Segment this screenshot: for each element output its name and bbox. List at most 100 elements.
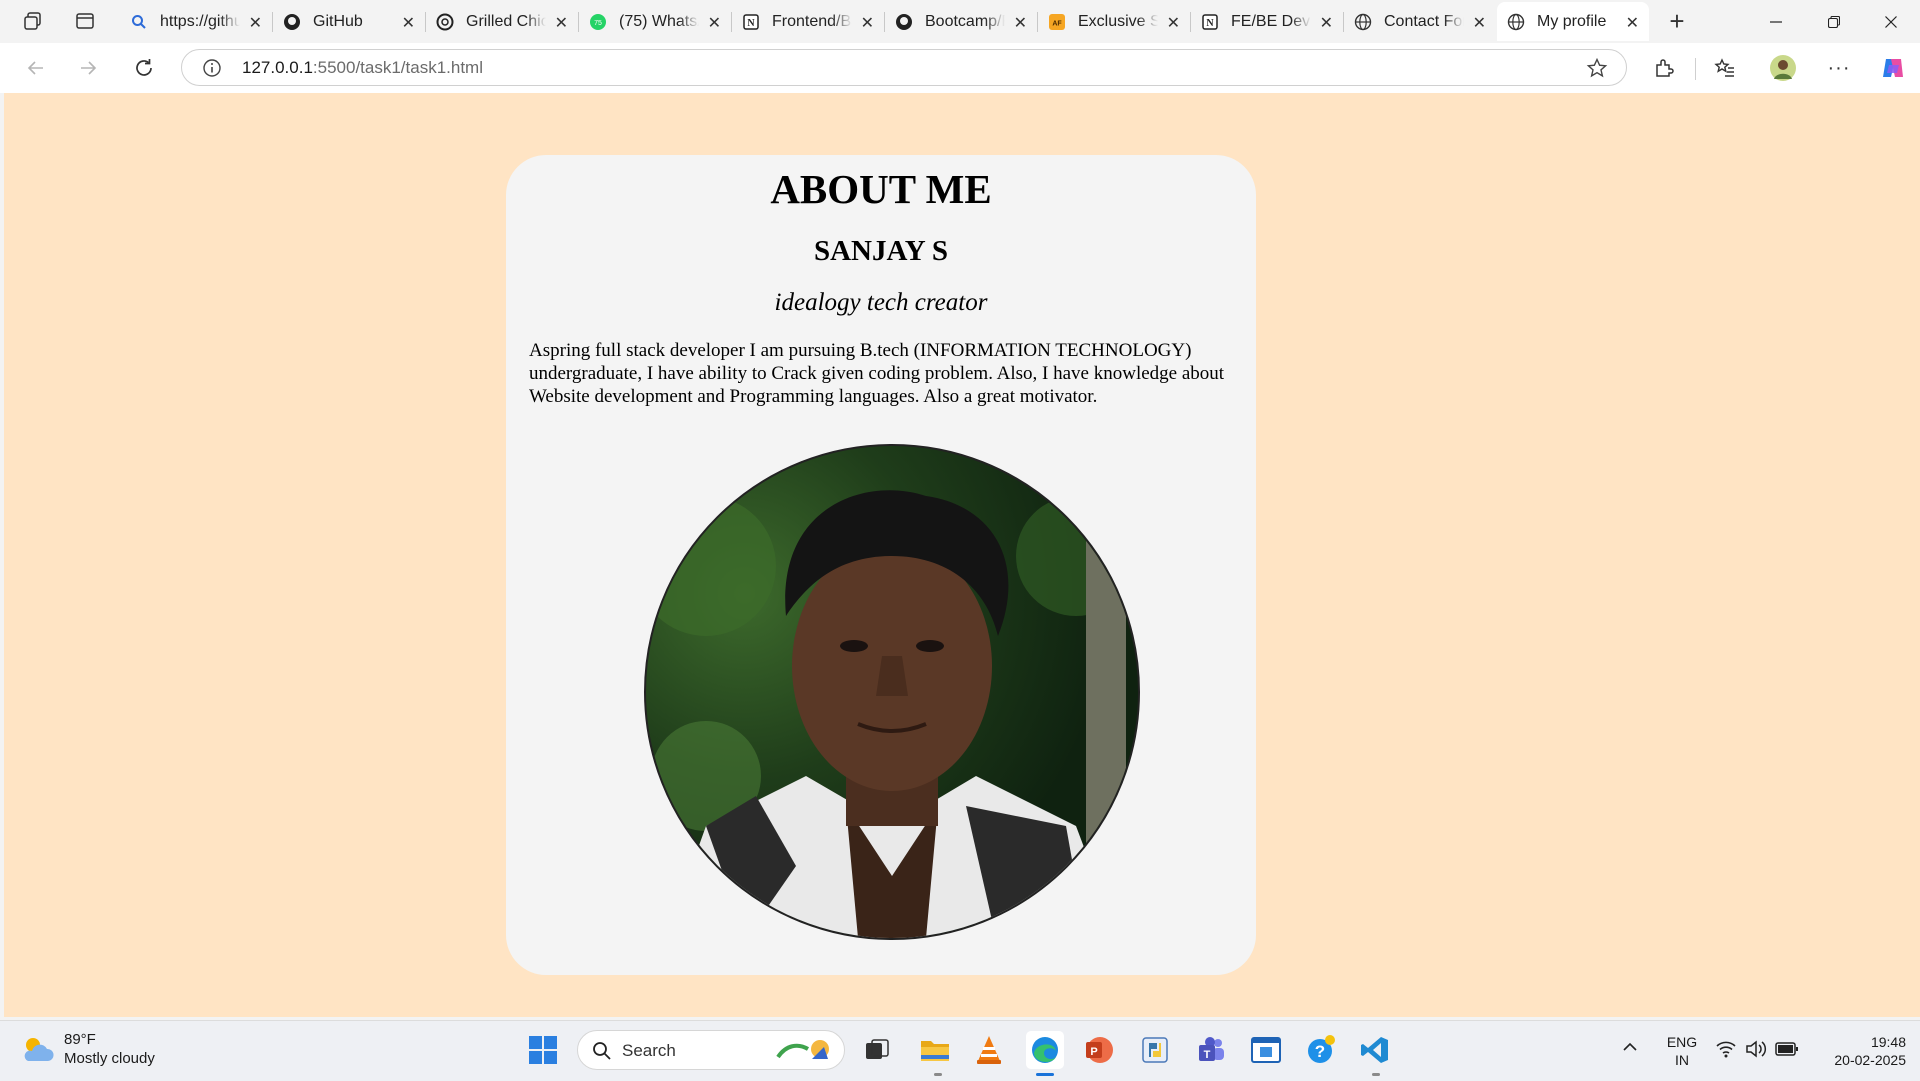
forward-icon[interactable] bbox=[70, 52, 106, 84]
close-icon[interactable]: ✕ bbox=[249, 13, 262, 33]
favorite-star-icon[interactable] bbox=[1586, 57, 1608, 84]
clock-date: 20-02-2025 bbox=[1834, 1052, 1906, 1068]
tab-title: Contact Form bbox=[1384, 12, 1464, 30]
svg-text:75: 75 bbox=[594, 20, 602, 27]
profile-role: idealogy tech creator bbox=[774, 289, 988, 316]
github-icon bbox=[283, 13, 301, 31]
language-region: IN bbox=[1675, 1052, 1689, 1068]
close-icon[interactable]: ✕ bbox=[402, 13, 415, 33]
workspaces-icon[interactable] bbox=[16, 6, 50, 36]
help-icon[interactable]: ? bbox=[1302, 1031, 1340, 1069]
windows-taskbar: 89°F Mostly cloudy Search P T ? ENG IN 1… bbox=[0, 1020, 1920, 1081]
tab-whatsapp[interactable]: 75 (75) WhatsApp ✕ bbox=[579, 2, 732, 41]
system-clock[interactable]: 19:48 20-02-2025 bbox=[1812, 1033, 1916, 1069]
wifi-icon[interactable] bbox=[1716, 1040, 1736, 1063]
openai-icon bbox=[436, 13, 454, 31]
close-icon[interactable]: ✕ bbox=[1014, 13, 1027, 33]
running-indicator bbox=[934, 1073, 942, 1076]
volume-icon[interactable] bbox=[1745, 1040, 1767, 1063]
tab-frontend-backend[interactable]: N Frontend/Backend ✕ bbox=[732, 2, 885, 41]
weather-condition: Mostly cloudy bbox=[64, 1050, 155, 1067]
tab-contact-form[interactable]: Contact Form ✕ bbox=[1344, 2, 1496, 41]
close-icon[interactable]: ✕ bbox=[1626, 13, 1639, 33]
svg-text:P: P bbox=[1090, 1046, 1097, 1058]
vlc-icon[interactable] bbox=[970, 1031, 1008, 1069]
close-icon[interactable]: ✕ bbox=[708, 13, 721, 33]
close-icon[interactable]: ✕ bbox=[1167, 13, 1180, 33]
info-icon[interactable] bbox=[202, 58, 222, 83]
tab-title: GitHub bbox=[313, 12, 363, 30]
browser-toolbar: 127.0.0.1:5500/task1/task1.html ··· bbox=[0, 43, 1920, 93]
toolbar-divider bbox=[1695, 58, 1696, 80]
search-icon bbox=[130, 13, 148, 31]
teams-icon[interactable]: T bbox=[1192, 1031, 1230, 1069]
language-indicator[interactable]: ENG IN bbox=[1665, 1033, 1699, 1069]
python-icon[interactable] bbox=[1136, 1031, 1174, 1069]
tab-exclusive[interactable]: AF Exclusive Sale ✕ bbox=[1038, 2, 1191, 41]
battery-icon[interactable] bbox=[1775, 1041, 1799, 1062]
tab-title: Exclusive Sale bbox=[1078, 12, 1158, 30]
weather-widget[interactable]: 89°F Mostly cloudy bbox=[64, 1030, 155, 1068]
close-window-icon[interactable] bbox=[1862, 0, 1920, 43]
ae-icon: AF bbox=[1048, 13, 1066, 31]
svg-text:N: N bbox=[747, 18, 755, 29]
globe-icon bbox=[1507, 13, 1525, 31]
close-icon[interactable]: ✕ bbox=[1473, 13, 1486, 33]
tab-title: Frontend/Backend bbox=[772, 12, 852, 30]
profile-avatar[interactable] bbox=[1766, 52, 1800, 84]
tab-febe-dev[interactable]: N FE/BE Dev ✕ bbox=[1191, 2, 1344, 41]
extensions-icon[interactable] bbox=[1647, 52, 1681, 84]
file-explorer-icon[interactable] bbox=[916, 1031, 954, 1069]
profile-name: SANJAY S bbox=[813, 235, 949, 267]
tab-github-search[interactable]: https://github.com ✕ bbox=[120, 2, 273, 41]
refresh-icon[interactable] bbox=[126, 52, 162, 84]
weather-icon[interactable] bbox=[20, 1033, 54, 1070]
tab-strip: https://github.com ✕ GitHub ✕ Grilled Ch… bbox=[0, 0, 1920, 43]
svg-text:N: N bbox=[1206, 18, 1214, 29]
profile-card: ABOUT ME SANJAY S idealogy tech creator … bbox=[506, 155, 1256, 975]
tab-github[interactable]: GitHub ✕ bbox=[273, 2, 426, 41]
tab-actions-icon[interactable] bbox=[68, 6, 102, 36]
search-placeholder: Search bbox=[622, 1041, 676, 1060]
tab-title: https://github.com bbox=[160, 12, 240, 30]
close-icon[interactable]: ✕ bbox=[1320, 13, 1333, 33]
tab-title: Bootcamp/Frontend bbox=[925, 12, 1005, 30]
profile-photo bbox=[644, 444, 1140, 940]
profile-bio: Aspring full stack developer I am pursui… bbox=[529, 340, 1225, 407]
tab-bootcamp[interactable]: Bootcamp/Frontend ✕ bbox=[885, 2, 1038, 41]
new-tab-icon[interactable]: + bbox=[1660, 6, 1694, 36]
language-code: ENG bbox=[1666, 1034, 1698, 1050]
edge-icon[interactable] bbox=[1026, 1031, 1064, 1069]
globe-icon bbox=[1354, 13, 1372, 31]
url-host: 127.0.0.1 bbox=[242, 58, 313, 77]
address-bar[interactable]: 127.0.0.1:5500/task1/task1.html bbox=[181, 49, 1627, 86]
taskbar-search[interactable]: Search bbox=[577, 1030, 845, 1070]
notion-icon: N bbox=[1201, 13, 1219, 31]
task-view-icon[interactable] bbox=[858, 1031, 896, 1069]
app-window-icon[interactable] bbox=[1247, 1031, 1285, 1069]
svg-text:?: ? bbox=[1315, 1042, 1325, 1061]
minimize-icon[interactable] bbox=[1747, 0, 1805, 43]
github-icon bbox=[895, 13, 913, 31]
search-highlight-icon bbox=[774, 1035, 838, 1070]
favorites-icon[interactable] bbox=[1708, 52, 1742, 84]
tab-my-profile[interactable]: My profile ✕ bbox=[1497, 2, 1649, 41]
tab-grilled-chicken[interactable]: Grilled Chicken ✕ bbox=[426, 2, 579, 41]
tab-title: FE/BE Dev bbox=[1231, 12, 1311, 30]
powerpoint-icon[interactable]: P bbox=[1080, 1031, 1118, 1069]
restore-icon[interactable] bbox=[1805, 0, 1863, 43]
more-menu-icon[interactable]: ··· bbox=[1822, 52, 1856, 84]
tab-title: Grilled Chicken bbox=[466, 12, 546, 30]
chevron-up-icon[interactable] bbox=[1622, 1039, 1638, 1060]
windows-start-icon[interactable] bbox=[524, 1031, 562, 1069]
close-icon[interactable]: ✕ bbox=[861, 13, 874, 33]
search-icon bbox=[592, 1041, 612, 1066]
running-indicator bbox=[1372, 1073, 1380, 1076]
back-icon[interactable] bbox=[18, 52, 54, 84]
whatsapp-icon: 75 bbox=[589, 13, 607, 31]
active-indicator bbox=[1036, 1073, 1054, 1076]
svg-text:AF: AF bbox=[1052, 20, 1062, 27]
vscode-icon[interactable] bbox=[1356, 1031, 1394, 1069]
copilot-icon[interactable] bbox=[1876, 52, 1910, 84]
close-icon[interactable]: ✕ bbox=[555, 13, 568, 33]
